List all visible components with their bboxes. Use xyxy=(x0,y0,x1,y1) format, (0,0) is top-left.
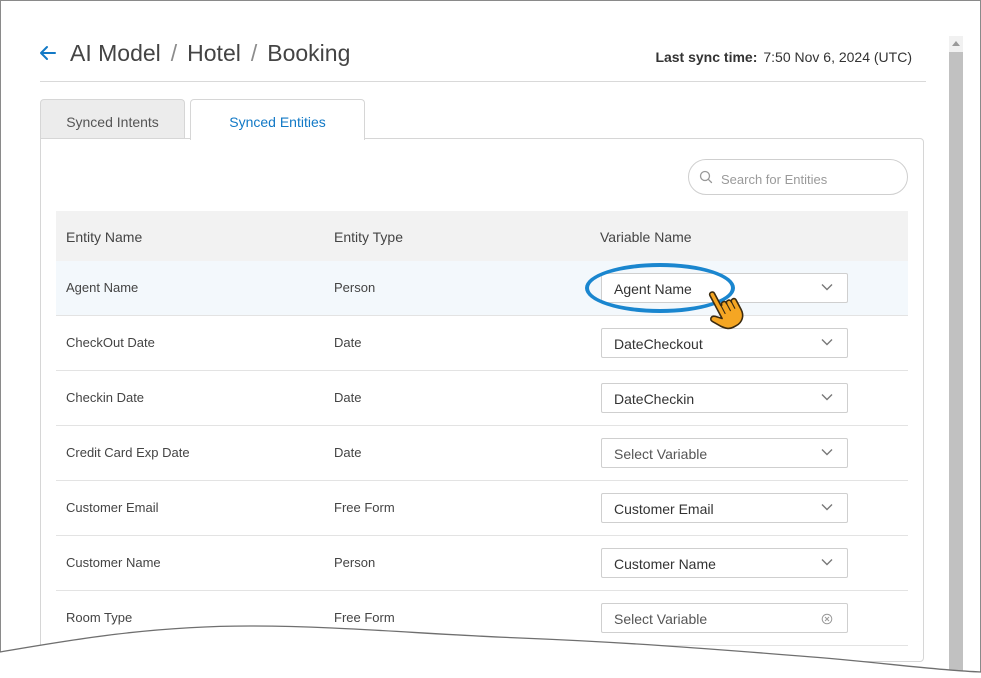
chevron-down-icon[interactable] xyxy=(821,448,833,456)
breadcrumb-separator: / xyxy=(170,40,178,66)
table-row: Customer Email Free Form Customer Email xyxy=(56,481,908,536)
entity-name: Agent Name xyxy=(66,280,139,295)
table-row: Customer Name Person Customer Name xyxy=(56,536,908,591)
entity-name: Customer Name xyxy=(66,555,161,570)
variable-select-value: Customer Email xyxy=(614,501,714,517)
breadcrumb-separator: / xyxy=(250,40,258,66)
scrollbar-thumb[interactable] xyxy=(949,52,963,678)
variable-select[interactable]: Customer Name xyxy=(601,548,848,578)
table-row: Checkin Date Date DateCheckin xyxy=(56,371,908,426)
entity-type: Free Form xyxy=(334,500,395,515)
breadcrumb-booking: Booking xyxy=(267,40,351,66)
breadcrumb: AI Model / Hotel / Booking xyxy=(70,40,350,67)
table-row: Credit Card Exp Date Date Select Variabl… xyxy=(56,426,908,481)
chevron-down-icon[interactable] xyxy=(821,558,833,566)
variable-select[interactable]: Customer Email xyxy=(601,493,848,523)
entity-type: Date xyxy=(334,335,362,350)
table-header: Entity Name Entity Type Variable Name xyxy=(56,211,908,261)
table-row: CheckOut Date Date DateCheckout xyxy=(56,316,908,371)
chevron-down-icon[interactable] xyxy=(821,338,833,346)
search-icon xyxy=(699,170,713,184)
last-sync-label: Last sync time: xyxy=(655,49,758,65)
entity-name: Credit Card Exp Date xyxy=(66,445,190,460)
search-box[interactable] xyxy=(688,159,908,195)
torn-edge-decoration xyxy=(0,625,981,678)
scroll-up-arrow-icon[interactable] xyxy=(952,40,960,46)
tab-synced-entities[interactable]: Synced Entities xyxy=(190,99,365,140)
search-input[interactable] xyxy=(719,168,903,190)
breadcrumb-hotel[interactable]: Hotel xyxy=(187,40,241,66)
variable-select-value: DateCheckout xyxy=(614,336,703,352)
variable-select-placeholder: Select Variable xyxy=(614,446,708,462)
chevron-down-icon[interactable] xyxy=(821,283,833,291)
variable-select[interactable]: Select Variable xyxy=(601,438,848,468)
table-row: Agent Name Person Agent Name xyxy=(56,261,908,316)
variable-select[interactable]: DateCheckin xyxy=(601,383,848,413)
tab-synced-intents[interactable]: Synced Intents xyxy=(40,99,185,139)
entity-name: Customer Email xyxy=(66,500,159,515)
column-header-variable-name: Variable Name xyxy=(600,229,692,245)
pointing-hand-cursor-icon xyxy=(708,291,744,330)
column-header-entity-type: Entity Type xyxy=(334,229,404,245)
entity-name: CheckOut Date xyxy=(66,335,155,350)
entity-type: Date xyxy=(334,390,362,405)
variable-select-value: Agent Name xyxy=(614,281,692,297)
chevron-down-icon[interactable] xyxy=(821,393,833,401)
variable-select-value: DateCheckin xyxy=(614,391,695,407)
entity-type: Person xyxy=(334,280,376,295)
chevron-down-icon[interactable] xyxy=(821,503,833,511)
header-divider xyxy=(40,81,926,82)
last-sync: Last sync time: 7:50 Nov 6, 2024 (UTC) xyxy=(655,49,912,65)
variable-select-value: Customer Name xyxy=(614,556,716,572)
entity-type: Person xyxy=(334,555,376,570)
breadcrumb-ai-model[interactable]: AI Model xyxy=(70,40,161,66)
entity-type: Date xyxy=(334,445,362,460)
last-sync-value: 7:50 Nov 6, 2024 (UTC) xyxy=(763,49,912,65)
entity-name: Checkin Date xyxy=(66,390,145,405)
back-arrow-icon[interactable] xyxy=(38,43,58,63)
column-header-entity-name: Entity Name xyxy=(66,229,143,245)
